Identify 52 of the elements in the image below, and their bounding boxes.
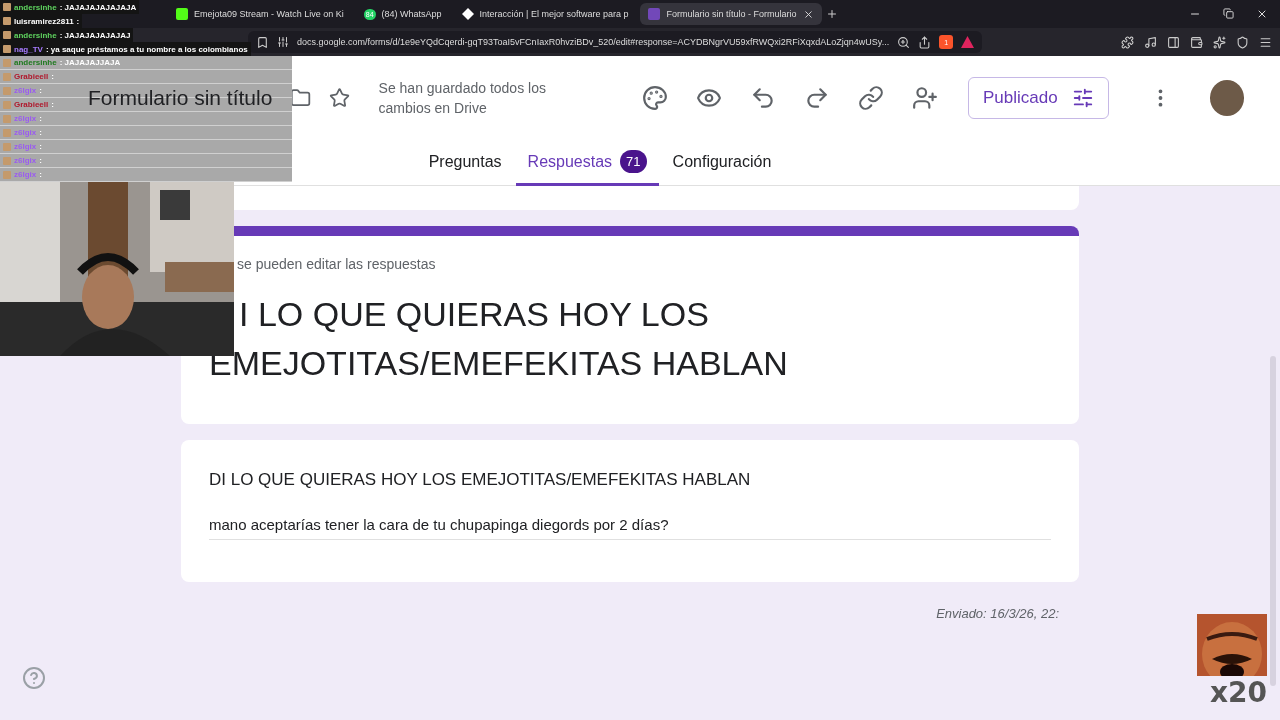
new-tab-icon[interactable] <box>825 8 838 20</box>
answer-text: mano aceptarías tener la cara de tu chupapinga diegords por 2 días? <box>209 516 1051 540</box>
palette-icon[interactable] <box>642 85 669 111</box>
share-icon[interactable] <box>918 35 932 49</box>
menu-icon[interactable] <box>1259 35 1272 49</box>
browser-tab[interactable]: Interacción | El mejor software para p <box>453 3 637 25</box>
restore-icon[interactable] <box>1223 8 1234 19</box>
count-badge: 71 <box>620 150 647 173</box>
k-icon <box>176 8 188 20</box>
link-icon[interactable] <box>858 85 885 111</box>
forms-icon <box>648 8 661 20</box>
chat-message: Grabieell : <box>0 70 292 84</box>
form-tab[interactable]: Preguntas <box>416 140 514 186</box>
chat-message: andersinhe : JAJAJAJJAJA <box>0 56 292 70</box>
star-icon[interactable] <box>329 87 351 109</box>
chat-message: nag_TV : ya saque préstamos a tu nombre a los colombianos <box>0 42 251 56</box>
chat-message: z6lgix : <box>0 168 292 182</box>
multiplier-label: x20 <box>1209 676 1267 709</box>
music-icon[interactable] <box>1144 35 1157 49</box>
sidebar-icon[interactable] <box>1167 35 1180 49</box>
published-button[interactable]: Publicado <box>968 77 1109 119</box>
folder-icon[interactable] <box>290 87 312 109</box>
site-settings-icon[interactable] <box>277 36 289 48</box>
save-status: Se han guardado todos los cambios en Drive <box>378 79 547 118</box>
zoom-icon[interactable] <box>897 35 911 49</box>
diamond-icon <box>461 8 474 20</box>
chat-message: z6lgix : <box>0 126 292 140</box>
sparkle-icon[interactable] <box>1213 35 1226 49</box>
shield-icon[interactable] <box>1236 35 1249 49</box>
close-icon[interactable] <box>1256 8 1268 20</box>
chat-message: andersinhe : JAJAJAJAJAJAJA <box>0 0 140 14</box>
avatar[interactable] <box>1209 80 1244 116</box>
sliders-icon <box>1071 87 1094 109</box>
chat-message: z6lgix : <box>0 112 292 126</box>
wallet-icon[interactable] <box>1190 35 1203 49</box>
browser-tab[interactable]: Emejota09 Stream - Watch Live on Ki <box>168 3 352 25</box>
question-text: DI LO QUE QUIERAS HOY LOS EMEJOTITAS/EMEFEKITAS HABLAN <box>209 470 752 490</box>
form-heading: I LO QUE QUIERAS HOY LOS EMEJOTITAS/EMEFEKITAS HABLAN <box>209 294 789 384</box>
edit-notice: se pueden editar las respuestas <box>236 256 437 272</box>
add-collaborator-icon[interactable] <box>912 85 939 111</box>
chat-message: z6lgix : <box>0 154 292 168</box>
chat-message: andersinhe : JAJAJAJAJAJAJ <box>0 28 134 42</box>
close-icon[interactable] <box>802 8 814 20</box>
bookmark-icon[interactable] <box>256 35 269 49</box>
chat-message: luisramirez2811 : <box>0 14 83 28</box>
scrollbar[interactable] <box>1270 356 1276 686</box>
sent-timestamp: Enviado: 16/3/26, 22: <box>935 606 1060 621</box>
chat-message: z6lgix : <box>0 140 292 154</box>
browser-tab[interactable]: Formulario sin título - Formulario <box>640 3 822 25</box>
triangle-icon[interactable] <box>961 36 975 48</box>
form-tab[interactable]: Configuración <box>660 140 784 186</box>
extensions-icon[interactable] <box>1121 35 1134 49</box>
